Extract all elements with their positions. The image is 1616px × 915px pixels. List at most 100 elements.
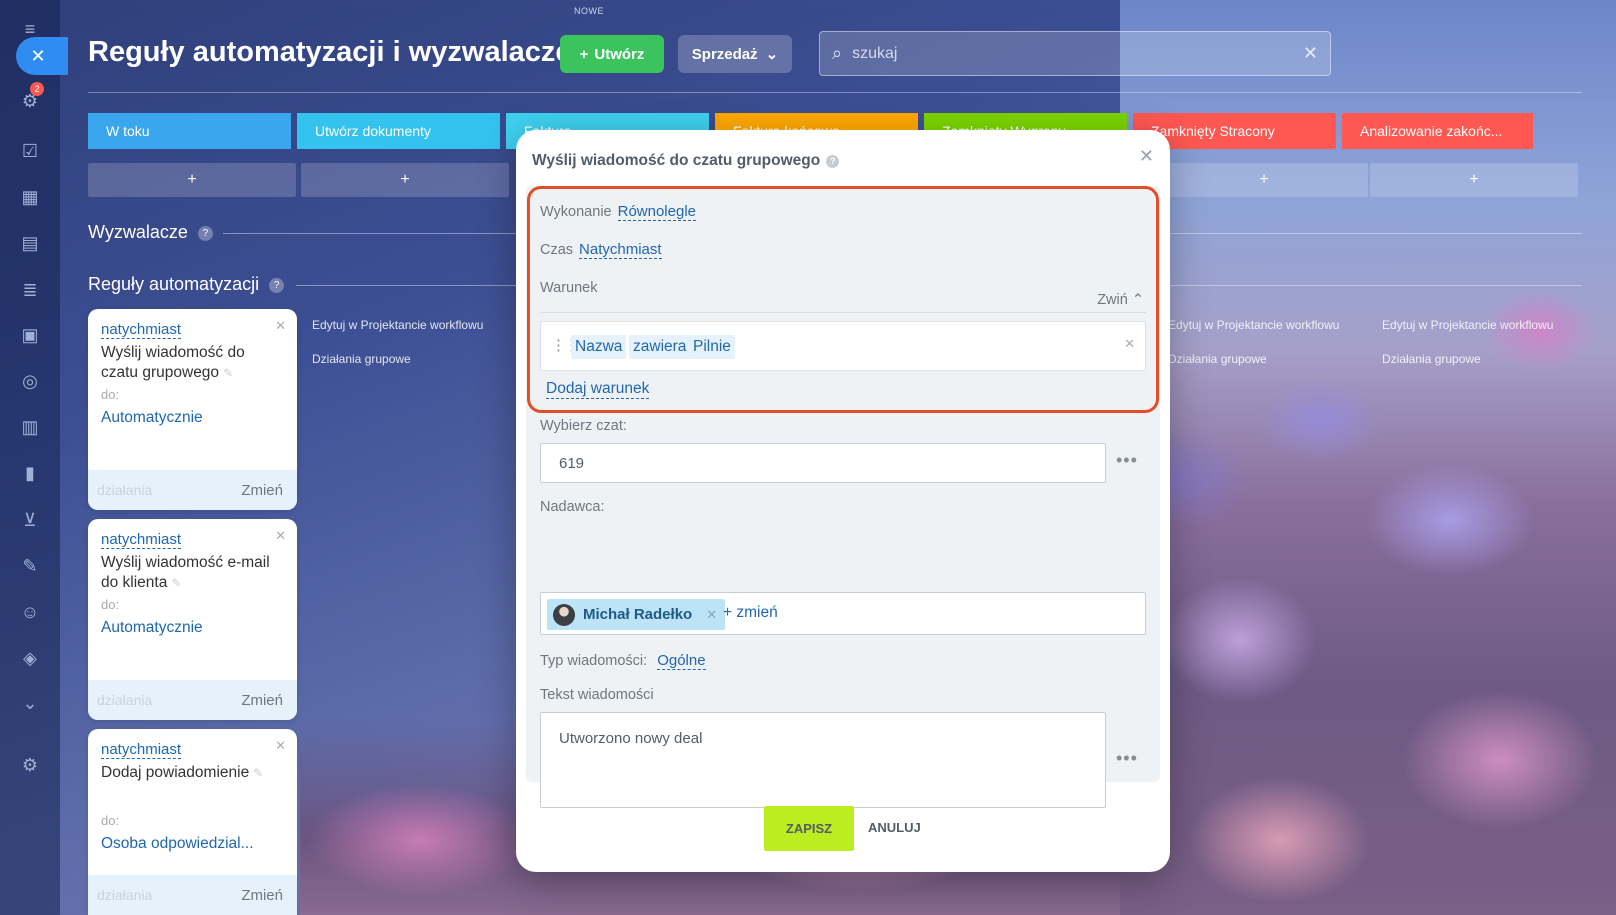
sender-selector: Michał Radełko ✕ + zmień [540, 592, 1146, 635]
pencil-icon[interactable]: ✎ [171, 576, 181, 590]
triggers-heading: Wyzwalacze? [88, 222, 213, 243]
cart-icon[interactable]: ⊻ [17, 507, 43, 533]
help-icon[interactable]: ? [269, 278, 285, 293]
remove-sender-icon[interactable]: ✕ [706, 607, 717, 623]
more-options-icon[interactable]: ••• [1116, 450, 1138, 471]
chevron-down-icon: ⌄ [765, 46, 779, 63]
rule-actions-label: działania [97, 692, 153, 708]
target-icon[interactable]: ◎ [17, 368, 43, 394]
rule-footer: działania Zmień [88, 470, 297, 510]
group-actions-link[interactable]: Działania grupowe [1382, 352, 1481, 366]
help-icon[interactable]: ? [197, 226, 213, 241]
cancel-button[interactable]: ANULUJ [868, 820, 921, 835]
robot-icon[interactable]: ☺ [17, 599, 43, 625]
stage-label: Analizowanie zakońc... [1360, 123, 1503, 139]
stage-in-progress[interactable]: W toku [88, 113, 291, 149]
sales-label: Sprzedaż [691, 45, 758, 63]
stage-label: Zamknięty Stracony [1151, 123, 1275, 139]
rule-change-link[interactable]: Zmień [241, 887, 283, 904]
sender-name: Michał Radełko [583, 606, 693, 623]
sender-label: Nadawca: [540, 499, 605, 515]
rule-time-link[interactable]: natychmiast [101, 741, 182, 759]
rule-footer: działania Zmień [88, 680, 297, 720]
storage-icon[interactable]: ▣ [17, 322, 43, 348]
avatar [553, 603, 575, 626]
stage-label: W toku [106, 123, 150, 139]
pen-icon[interactable]: ✎ [17, 553, 43, 579]
rule-card[interactable]: natychmiast ✕ Wyślij wiadomość e-mail do… [88, 519, 297, 720]
save-button[interactable]: ZAPISZ [764, 806, 854, 851]
stage-create-documents[interactable]: Utwórz dokumenty [297, 113, 500, 149]
change-sender-link[interactable]: + zmień [723, 604, 778, 622]
clear-search-icon[interactable]: ✕ [1303, 43, 1318, 64]
search-icon: ⌕ [832, 43, 843, 63]
schedule-icon[interactable]: ▥ [17, 414, 43, 440]
highlight-frame [527, 186, 1159, 413]
rule-to-label: do: [101, 813, 120, 828]
chat-input[interactable] [540, 443, 1106, 483]
contacts-icon[interactable]: ▤ [17, 230, 43, 256]
rule-card[interactable]: natychmiast ✕ Wyślij wiadomość do czatu … [88, 309, 297, 510]
rule-actions-label: działania [97, 482, 153, 498]
settings-icon[interactable]: ⚙ [17, 752, 43, 778]
search-input[interactable] [842, 44, 1303, 63]
help-icon[interactable]: ? [826, 155, 840, 168]
close-icon[interactable]: ✕ [275, 528, 286, 544]
rule-actions-label: działania [97, 887, 153, 903]
page-title: Reguły automatyzacji i wyzwalacze [88, 36, 572, 68]
close-slider-button[interactable]: ✕ [16, 37, 68, 75]
search-box: ⌕ ✕ [819, 31, 1331, 76]
rule-to-label: do: [101, 597, 120, 612]
pencil-icon[interactable]: ✎ [223, 366, 233, 380]
sales-dropdown[interactable]: Sprzedaż ⌄ [678, 35, 792, 73]
rule-responsible[interactable]: Automatycznie [101, 409, 203, 427]
edit-in-designer-link[interactable]: Edytuj w Projektancie workflowu [1382, 318, 1553, 332]
edit-in-designer-link[interactable]: Edytuj w Projektancie workflowu [312, 318, 483, 332]
left-rail: ≡ ⚙ 2 ☑ ▦ ▤ ≣ ▣ ◎ ▥ ▮ ⊻ ✎ ☺ ◈ ⌄ ⚙ [0, 0, 60, 915]
rule-responsible[interactable]: Osoba odpowiedzial... [101, 835, 254, 853]
chevron-down-icon[interactable]: ⌄ [17, 690, 43, 716]
plus-icon: + [579, 45, 589, 63]
rule-change-link[interactable]: Zmień [241, 482, 283, 499]
dialog-title: Wyślij wiadomość do czatu grupowego? [532, 152, 840, 170]
stage-analyzing[interactable]: Analizowanie zakońc... [1342, 113, 1533, 149]
sender-chip[interactable]: Michał Radełko ✕ [547, 599, 726, 630]
activity-icon[interactable]: ⚙ 2 [17, 82, 44, 114]
add-trigger-button[interactable]: + [301, 163, 509, 197]
message-type-value[interactable]: Ogólne [657, 652, 706, 670]
funnel-icon[interactable]: ≣ [17, 277, 43, 303]
message-type-row: Typ wiadomości: Ogólne [540, 652, 706, 670]
dialog-title-text: Wyślij wiadomość do czatu grupowego [532, 152, 821, 169]
rule-card[interactable]: natychmiast ✕ Dodaj powiadomienie ✎ do: O… [88, 729, 297, 915]
message-type-label: Typ wiadomości: [540, 653, 648, 669]
rule-title: Wyślij wiadomość e-mail do klienta ✎ [101, 553, 281, 593]
rule-title: Dodaj powiadomienie ✎ [101, 763, 281, 783]
rule-responsible[interactable]: Automatycznie [101, 619, 203, 637]
group-actions-link[interactable]: Działania grupowe [312, 352, 411, 366]
rule-to-label: do: [101, 387, 120, 402]
top-hint: NOWE [574, 6, 604, 16]
add-trigger-button[interactable]: + [88, 163, 296, 197]
analytics-icon[interactable]: ▮ [17, 460, 43, 486]
add-trigger-button[interactable]: + [1160, 163, 1368, 197]
add-trigger-button[interactable]: + [1370, 163, 1578, 197]
calendar-icon[interactable]: ▦ [17, 184, 43, 210]
box-icon[interactable]: ◈ [17, 645, 43, 671]
rule-change-link[interactable]: Zmień [241, 692, 283, 709]
create-button[interactable]: + Utwórz [560, 35, 664, 73]
close-icon[interactable]: ✕ [275, 738, 286, 754]
close-icon[interactable]: ✕ [275, 318, 286, 334]
message-text-area[interactable]: Utworzono nowy deal [540, 712, 1106, 808]
rules-label: Reguły automatyzacji [88, 274, 260, 294]
rule-time-link[interactable]: natychmiast [101, 531, 182, 549]
pencil-icon[interactable]: ✎ [253, 766, 263, 780]
close-icon[interactable]: ✕ [1139, 146, 1154, 167]
group-actions-link[interactable]: Działania grupowe [1168, 352, 1267, 366]
notification-badge: 2 [30, 82, 44, 96]
rule-title-text: Dodaj powiadomienie [101, 764, 250, 781]
edit-in-designer-link[interactable]: Edytuj w Projektancie workflowu [1168, 318, 1339, 332]
rule-time-link[interactable]: natychmiast [101, 321, 182, 339]
more-options-icon[interactable]: ••• [1116, 748, 1138, 769]
close-icon: ✕ [30, 45, 46, 66]
tasks-icon[interactable]: ☑ [17, 138, 43, 164]
